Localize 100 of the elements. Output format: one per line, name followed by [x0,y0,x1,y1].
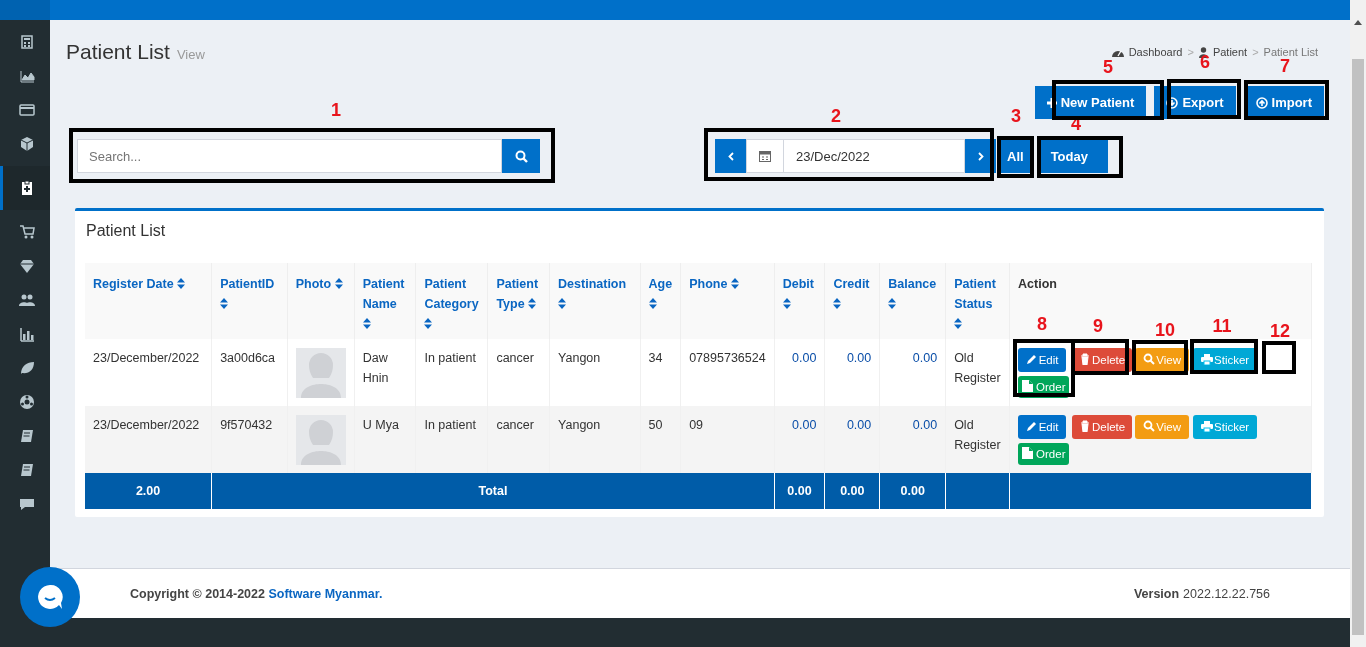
chevron-left-icon [727,151,734,161]
sort-icon [528,298,537,309]
table-cell: 23/December/2022 [93,418,200,432]
document-icon [1021,447,1034,459]
annotation-number: 2 [831,107,841,125]
total-value: 0.00 [900,484,925,498]
avatar-placeholder [295,415,346,465]
area-chart-icon [18,68,35,84]
date-field[interactable]: 23/Dec/2022 [784,139,965,173]
ball-icon [18,394,35,410]
annotation-number: 3 [1011,107,1021,125]
table-cell: Old Register [954,418,1001,452]
scroll-up-icon [1354,20,1362,25]
highlight-frame [1190,339,1258,374]
search-icon [1143,353,1156,365]
table-cell: Yangon [558,351,601,365]
sort-icon [362,318,371,329]
sort-icon [648,298,657,309]
table-cell: 23/December/2022 [93,351,200,365]
table-cell: Daw Hnin [362,351,389,385]
sort-icon [954,318,963,329]
breadcrumb-current: Patient List [1263,46,1318,58]
cart-icon [18,224,35,240]
leaf-icon [18,360,35,376]
avatar-placeholder [295,348,346,398]
pencil-icon [1025,420,1038,432]
breadcrumb-link[interactable]: Dashboard [1128,46,1183,58]
table-cell: 0.00 [792,351,817,365]
column-header[interactable]: Patient Status [945,263,1010,339]
delete-button[interactable]: Delete [1072,415,1133,439]
search-button[interactable] [502,139,540,173]
edit-button[interactable]: Edit [1018,348,1067,372]
column-header[interactable]: Balance [879,263,946,339]
diamond-icon [18,258,35,274]
total-value: 0.00 [840,484,865,498]
column-header[interactable]: Phone [680,263,775,339]
column-header[interactable]: Photo [287,263,355,339]
page-title: Patient List [66,40,170,64]
column-header[interactable]: Debit [774,263,825,339]
version-label: Version [1133,586,1180,601]
table-cell: 50 [648,418,663,432]
cube-icon [18,136,35,152]
annotation-number: 7 [1280,57,1290,75]
sort-icon [782,298,791,309]
chevron-right-icon [977,151,984,161]
search-field[interactable]: Search... [77,139,502,173]
table-cell: In patient [424,351,476,365]
search-icon [1143,420,1156,432]
table-cell: 34 [648,351,663,365]
sticker-button[interactable]: Sticker [1193,415,1258,439]
bar-chart-icon [18,326,35,342]
column-header[interactable]: Patient Category [415,263,488,339]
speech-bubble-icon [37,584,63,610]
download-icon [1166,96,1179,109]
logo-block [0,0,50,20]
sort-icon [833,298,842,309]
table-cell: In patient [424,418,476,432]
sort-icon [558,298,567,309]
table-cell: cancer [496,418,534,432]
edit-button[interactable]: Edit [1018,415,1067,439]
total-value: 0.00 [787,484,812,498]
printer-icon [1201,353,1213,365]
company-link[interactable]: Software Myanmar. [268,586,383,601]
page-subtitle: View [176,47,205,62]
column-header[interactable]: Age [640,263,681,339]
book-icon [18,462,35,478]
annotation-number: 12 [1270,322,1290,340]
sort-icon [334,278,343,289]
column-header[interactable]: Patient Name [354,263,416,339]
highlight-frame [1262,341,1296,374]
plus-icon [1046,97,1057,108]
column-header[interactable]: Patient Type [487,263,550,339]
table-cell: 07895736524 [689,351,766,365]
annotation-number: 8 [1037,315,1047,333]
calculator-icon [18,34,35,50]
breadcrumb-link[interactable]: Patient [1212,46,1248,58]
annotation-number: 9 [1093,317,1103,335]
copyright-text: Copyright © 2014-2022 Software Myanmar. [130,586,383,601]
total-label: Total [478,484,508,498]
column-header[interactable]: Credit [824,263,880,339]
pencil-icon [1025,353,1038,365]
column-header[interactable]: Destination [549,263,641,339]
calendar-button[interactable] [746,139,784,173]
table-cell: 0.00 [912,351,938,365]
table-cell: Old Register [954,351,1001,385]
sidebar-item[interactable] [0,166,50,210]
table-cell: 0.00 [792,418,817,432]
sort-icon [220,298,229,309]
order-button[interactable]: Order [1018,443,1069,465]
sort-icon [888,298,897,309]
table-cell: 3a00d6ca [220,351,276,365]
document-icon [1021,380,1034,392]
column-header[interactable]: PatientID [211,263,288,339]
annotation-number: 1 [331,101,341,119]
trash-icon [1078,420,1091,432]
search-icon [514,149,528,163]
column-header[interactable]: Register Date [85,263,212,339]
sort-icon [730,278,739,289]
table-cell: Yangon [558,418,601,432]
annotation-number: 11 [1212,317,1232,335]
